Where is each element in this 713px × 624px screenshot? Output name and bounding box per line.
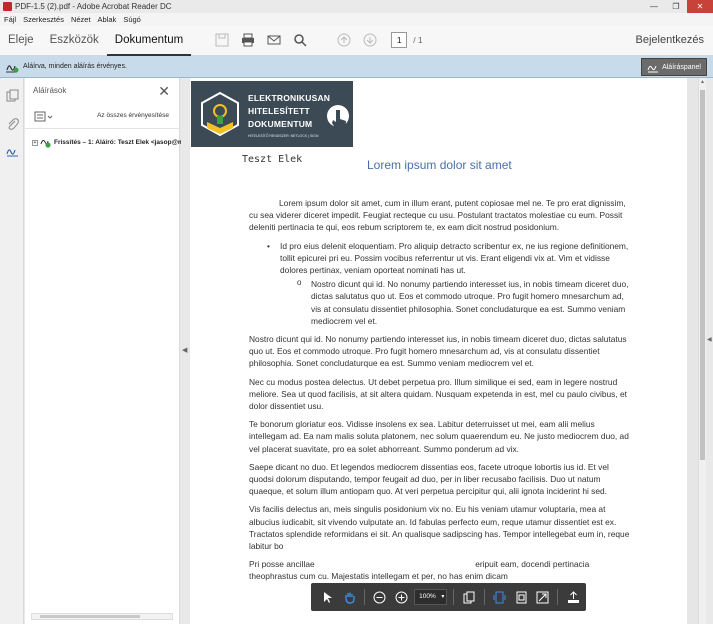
document-title: Lorem ipsum dolor sit amet bbox=[367, 158, 512, 172]
right-panel-edge[interactable]: ◀ bbox=[706, 78, 713, 624]
full-screen-icon[interactable] bbox=[534, 588, 552, 606]
hand-tool-icon[interactable] bbox=[341, 588, 359, 606]
signature-entry-label: Frissítés – 1: Aláíró: Teszt Elek <jasop… bbox=[54, 139, 184, 146]
tab-document[interactable]: Dokumentum bbox=[106, 25, 192, 56]
list-item: Id pro eius delenit eloquentiam. Pro ali… bbox=[267, 240, 633, 277]
window-title: PDF-1.5 (2).pdf - Adobe Acrobat Reader D… bbox=[15, 2, 172, 11]
valid-signature-icon bbox=[40, 139, 51, 148]
tab-home[interactable]: Eleje bbox=[0, 25, 42, 56]
select-cursor-icon[interactable] bbox=[319, 588, 337, 606]
page-number-input[interactable]: 1 bbox=[391, 32, 408, 48]
hand-pointer-icon bbox=[327, 105, 349, 131]
print-icon[interactable] bbox=[240, 32, 256, 48]
paragraph: Lorem ipsum dolor sit amet, cum in illum… bbox=[249, 198, 626, 233]
acrobat-icon bbox=[3, 2, 12, 11]
panel-title: Aláírások bbox=[33, 86, 67, 95]
list-item: Nostro dicunt qui id. No nonumy partiend… bbox=[297, 277, 633, 327]
signature-panel-icon[interactable] bbox=[0, 140, 24, 162]
next-page-icon[interactable] bbox=[362, 32, 378, 48]
fit-page-icon[interactable] bbox=[512, 588, 530, 606]
menu-window[interactable]: Ablak bbox=[98, 15, 117, 24]
signature-status-text: Aláírva, minden aláírás érvényes. bbox=[23, 63, 127, 70]
expand-right-arrow-icon[interactable]: ◀ bbox=[707, 336, 712, 343]
mail-icon[interactable] bbox=[266, 32, 282, 48]
menu-help[interactable]: Súgó bbox=[123, 15, 141, 24]
validate-all-button[interactable]: Az összes érvényesítése bbox=[97, 112, 169, 119]
panel-horizontal-scrollbar[interactable] bbox=[31, 613, 173, 620]
maximize-button[interactable]: ❐ bbox=[665, 0, 687, 13]
panel-splitter[interactable]: ◀ bbox=[181, 78, 189, 624]
search-icon[interactable] bbox=[292, 32, 308, 48]
title-bar: PDF-1.5 (2).pdf - Adobe Acrobat Reader D… bbox=[0, 0, 713, 13]
signature-panel-label: Aláíráspanel bbox=[662, 63, 701, 71]
prev-page-icon[interactable] bbox=[336, 32, 352, 48]
expand-icon[interactable]: + bbox=[32, 139, 38, 146]
signature-status-bar: Aláírva, minden aláírás érvényes. Aláírá… bbox=[0, 56, 713, 78]
document-vertical-scrollbar[interactable]: ▲ bbox=[698, 78, 706, 624]
document-body: Lorem ipsum dolor sit amet, cum in illum… bbox=[249, 197, 633, 589]
window-controls: — ❐ ✕ bbox=[643, 0, 713, 13]
pdf-page: ELEKTRONIKUSAN HITELESÍTETT DOKUMENTUM H… bbox=[190, 78, 687, 624]
zoom-in-icon[interactable] bbox=[393, 588, 411, 606]
close-button[interactable]: ✕ bbox=[687, 0, 713, 13]
read-mode-icon[interactable] bbox=[564, 588, 582, 606]
logo-line-1: ELEKTRONIKUSAN bbox=[248, 93, 331, 103]
logo-subtitle: HITELESÍTŐ RENDSZER: NETLOCK | SIGN bbox=[248, 134, 319, 138]
signatures-panel: Aláírások ✕ Az összes érvényesítése + Fr… bbox=[25, 78, 184, 624]
pages-icon[interactable] bbox=[0, 84, 24, 106]
paragraph: Pri posse ancillae eripuit eam, docendi … bbox=[249, 559, 592, 582]
menu-view[interactable]: Nézet bbox=[71, 15, 91, 24]
minimize-button[interactable]: — bbox=[643, 0, 665, 13]
menu-bar: Fájl Szerkesztés Nézet Ablak Súgó bbox=[0, 13, 713, 25]
floating-toolbar: 100% bbox=[311, 583, 586, 611]
paragraph: Vis facilis delectus an, meis singulis p… bbox=[249, 504, 630, 552]
signature-valid-icon bbox=[6, 64, 19, 72]
attachment-icon[interactable] bbox=[0, 112, 24, 134]
logo-line-3: DOKUMENTUM bbox=[248, 119, 313, 129]
bullet-list: Id pro eius delenit eloquentiam. Pro ali… bbox=[267, 240, 633, 327]
certification-logo: ELEKTRONIKUSAN HITELESÍTETT DOKUMENTUM H… bbox=[191, 81, 353, 147]
certificate-badge-icon bbox=[201, 92, 239, 136]
page-layout-icon[interactable] bbox=[460, 588, 478, 606]
signer-name: Teszt Elek bbox=[242, 154, 303, 165]
signature-pen-icon bbox=[647, 65, 659, 73]
panel-divider bbox=[25, 128, 180, 129]
scroll-up-icon[interactable]: ▲ bbox=[700, 79, 705, 85]
signature-panel-button[interactable]: Aláíráspanel bbox=[641, 58, 707, 76]
paragraph: Saepe dicant no duo. Et legendos mediocr… bbox=[249, 461, 609, 497]
logo-line-2: HITELESÍTETT bbox=[248, 106, 310, 116]
page-total: / 1 bbox=[413, 35, 423, 45]
document-view[interactable]: ELEKTRONIKUSAN HITELESÍTETT DOKUMENTUM H… bbox=[189, 78, 698, 624]
paragraph: Nostro dicunt qui id. No nonumy partiend… bbox=[249, 334, 627, 369]
options-menu-icon[interactable] bbox=[34, 111, 54, 123]
paragraph: Nec cu modus postea delectus. Ut debet p… bbox=[249, 376, 628, 412]
fit-width-icon[interactable] bbox=[491, 588, 509, 606]
login-link[interactable]: Bejelentkezés bbox=[636, 25, 705, 56]
zoom-level-dropdown[interactable]: 100% bbox=[414, 589, 448, 605]
collapse-arrow-icon[interactable]: ◀ bbox=[182, 346, 187, 354]
main-toolbar: Eleje Eszközök Dokumentum 1 / 1 Bejelent… bbox=[0, 25, 713, 56]
tab-tools[interactable]: Eszközök bbox=[42, 25, 107, 56]
navigation-rail bbox=[0, 78, 24, 624]
zoom-out-icon[interactable] bbox=[371, 588, 389, 606]
scroll-thumb[interactable] bbox=[700, 90, 705, 460]
close-icon[interactable]: ✕ bbox=[158, 83, 170, 100]
signature-entry[interactable]: + Frissítés – 1: Aláíró: Teszt Elek <jas… bbox=[32, 137, 184, 148]
paragraph: Te bonorum gloriatur eos. Vidisse insole… bbox=[249, 419, 629, 454]
menu-file[interactable]: Fájl bbox=[4, 15, 16, 24]
menu-edit[interactable]: Szerkesztés bbox=[23, 15, 64, 24]
save-icon[interactable] bbox=[214, 32, 230, 48]
